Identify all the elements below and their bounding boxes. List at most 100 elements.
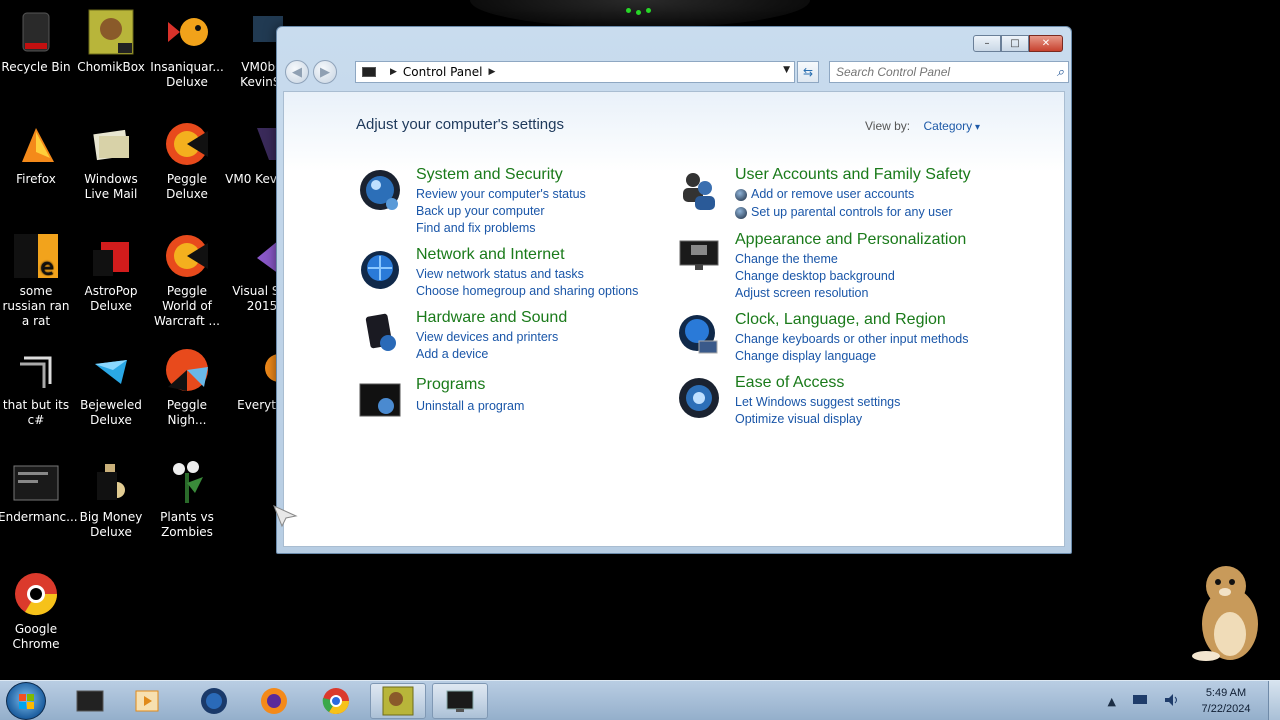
clock-date: 7/22/2024 (1201, 703, 1251, 715)
network-internet-icon[interactable] (358, 248, 402, 292)
category-system-and-security: System and Security Review your computer… (358, 166, 658, 236)
desktop-icon-insaniquarium[interactable]: Insaniquar... Deluxe (149, 8, 225, 90)
taskbar: ▲ 5:49 AM 7/22/2024 (0, 680, 1280, 720)
category-title[interactable]: Appearance and Personalization (735, 231, 966, 249)
firefox-icon (261, 688, 287, 714)
breadcrumb-control-panel[interactable]: Control Panel (403, 65, 483, 79)
link-devices-printers[interactable]: View devices and printers (416, 330, 558, 344)
minimize-button[interactable]: – (973, 35, 1001, 52)
programs-icon[interactable] (358, 378, 402, 422)
desktop-icon-astropop-deluxe[interactable]: AstroPop Deluxe (73, 232, 149, 314)
search-icon[interactable]: ⌕ (1057, 64, 1064, 80)
appearance-icon[interactable] (677, 233, 721, 277)
category-title[interactable]: Clock, Language, and Region (735, 311, 946, 329)
desktop-icon-google-chrome[interactable]: Google Chrome (0, 570, 74, 652)
link-optimize-visual[interactable]: Optimize visual display (735, 412, 862, 426)
desktop-icon-peggle-nights[interactable]: Peggle Nigh... (149, 346, 225, 428)
refresh-button[interactable]: ⇆ (797, 61, 819, 83)
show-desktop-button[interactable] (1268, 681, 1280, 720)
address-bar[interactable]: ▶ Control Panel ▶ ▼ (355, 61, 795, 83)
system-tray: ▲ 5:49 AM 7/22/2024 (1100, 681, 1280, 720)
taskbar-clock[interactable]: 5:49 AM 7/22/2024 (1188, 685, 1264, 717)
chrome-icon (12, 570, 60, 618)
desktop-icon-peggle-wow[interactable]: Peggle World of Warcraft ... (149, 232, 225, 329)
link-desktop-background[interactable]: Change desktop background (735, 269, 895, 283)
desktop-icon-recycle-bin[interactable]: Recycle Bin (0, 8, 74, 75)
navigation-bar: ◀ ▶ ▶ Control Panel ▶ ▼ ⇆ ⌕ (285, 59, 1069, 85)
refresh-icon: ⇆ (802, 65, 814, 79)
forward-button[interactable]: ▶ (313, 60, 337, 84)
start-button[interactable] (6, 682, 46, 720)
clock-time: 5:49 AM (1205, 687, 1247, 699)
volume-icon[interactable] (1164, 693, 1180, 710)
network-icon[interactable] (1132, 693, 1148, 710)
view-by-label: View by: (865, 119, 911, 133)
desktop-icon-some-russian-ran-a-rat[interactable]: e some russian ran a rat (0, 232, 74, 329)
link-parental-controls[interactable]: Set up parental controls for any user (735, 205, 953, 219)
svg-text:e: e (40, 255, 54, 280)
taskbar-app-globe[interactable] (186, 683, 242, 719)
taskbar-control-panel[interactable] (432, 683, 488, 719)
breadcrumb-arrow-icon[interactable]: ▶ (489, 67, 496, 77)
link-uninstall[interactable]: Uninstall a program (416, 399, 524, 413)
taskbar-media-player[interactable] (120, 683, 176, 719)
ease-of-access-icon[interactable] (677, 376, 721, 420)
desktop-icon-that-but-its-csharp[interactable]: that but its c# (0, 346, 74, 428)
system-security-icon[interactable] (358, 168, 402, 212)
hardware-sound-icon[interactable] (358, 311, 402, 355)
link-find-fix[interactable]: Find and fix problems (416, 221, 536, 235)
link-suggest-settings[interactable]: Let Windows suggest settings (735, 395, 900, 409)
desktop-icon-plants-vs-zombies[interactable]: Plants vs Zombies (149, 458, 225, 540)
app-icon (12, 346, 60, 394)
desktop-icon-firefox[interactable]: Firefox (0, 120, 74, 187)
clock-language-icon[interactable] (677, 313, 721, 357)
link-review-status[interactable]: Review your computer's status (416, 187, 586, 201)
link-change-keyboards[interactable]: Change keyboards or other input methods (735, 332, 968, 346)
search-box[interactable]: ⌕ (829, 61, 1069, 83)
category-title[interactable]: Network and Internet (416, 246, 565, 264)
hamster-desktop-pet[interactable] (1186, 560, 1266, 664)
link-add-device[interactable]: Add a device (416, 347, 488, 361)
desktop-icon-peggle-deluxe[interactable]: Peggle Deluxe (149, 120, 225, 202)
link-network-status[interactable]: View network status and tasks (416, 267, 584, 281)
desktop-wallpaper-ornament (470, 0, 810, 28)
taskbar-app-1[interactable] (62, 683, 118, 719)
globe-icon (201, 688, 227, 714)
show-hidden-icons-icon[interactable]: ▲ (1108, 695, 1116, 708)
maximize-button[interactable]: □ (1001, 35, 1029, 52)
category-title[interactable]: Programs (416, 376, 485, 394)
desktop-icon-bejeweled-deluxe[interactable]: Bejeweled Deluxe (73, 346, 149, 428)
desktop-icon-big-money-deluxe[interactable]: Big Money Deluxe (73, 458, 149, 540)
link-homegroup[interactable]: Choose homegroup and sharing options (416, 284, 638, 298)
link-backup[interactable]: Back up your computer (416, 204, 545, 218)
desktop-icon-windows-live-mail[interactable]: Windows Live Mail (73, 120, 149, 202)
link-add-remove-accounts[interactable]: Add or remove user accounts (735, 187, 914, 201)
taskbar-chomikbox[interactable] (370, 683, 426, 719)
peggle-icon (163, 232, 211, 280)
link-change-theme[interactable]: Change the theme (735, 252, 838, 266)
taskbar-chrome[interactable] (308, 683, 364, 719)
link-display-language[interactable]: Change display language (735, 349, 876, 363)
app-icon: e (12, 232, 60, 280)
windows-logo-icon (19, 694, 35, 710)
chomikbox-icon (382, 686, 414, 716)
desktop-icon-chomikbox[interactable]: ChomikBox (73, 8, 149, 75)
category-title[interactable]: Ease of Access (735, 374, 844, 392)
control-panel-icon (362, 67, 376, 77)
close-button[interactable]: ✕ (1029, 35, 1063, 52)
category-title[interactable]: User Accounts and Family Safety (735, 166, 971, 184)
user-accounts-icon[interactable] (677, 168, 721, 212)
desktop-icon-endermanch[interactable]: Endermanc... (0, 458, 78, 525)
control-panel-content: Adjust your computer's settings View by:… (283, 91, 1065, 547)
back-button[interactable]: ◀ (285, 60, 309, 84)
view-by-dropdown[interactable]: Category (923, 119, 980, 133)
taskbar-firefox[interactable] (246, 683, 302, 719)
category-title[interactable]: System and Security (416, 166, 563, 184)
search-input[interactable] (836, 65, 1036, 79)
breadcrumb-arrow-icon[interactable]: ▶ (390, 67, 397, 77)
category-title[interactable]: Hardware and Sound (416, 309, 567, 327)
peggle-icon (163, 120, 211, 168)
category-appearance: Appearance and Personalization Change th… (677, 231, 997, 301)
link-screen-resolution[interactable]: Adjust screen resolution (735, 286, 868, 300)
address-dropdown-icon[interactable]: ▼ (783, 65, 790, 75)
